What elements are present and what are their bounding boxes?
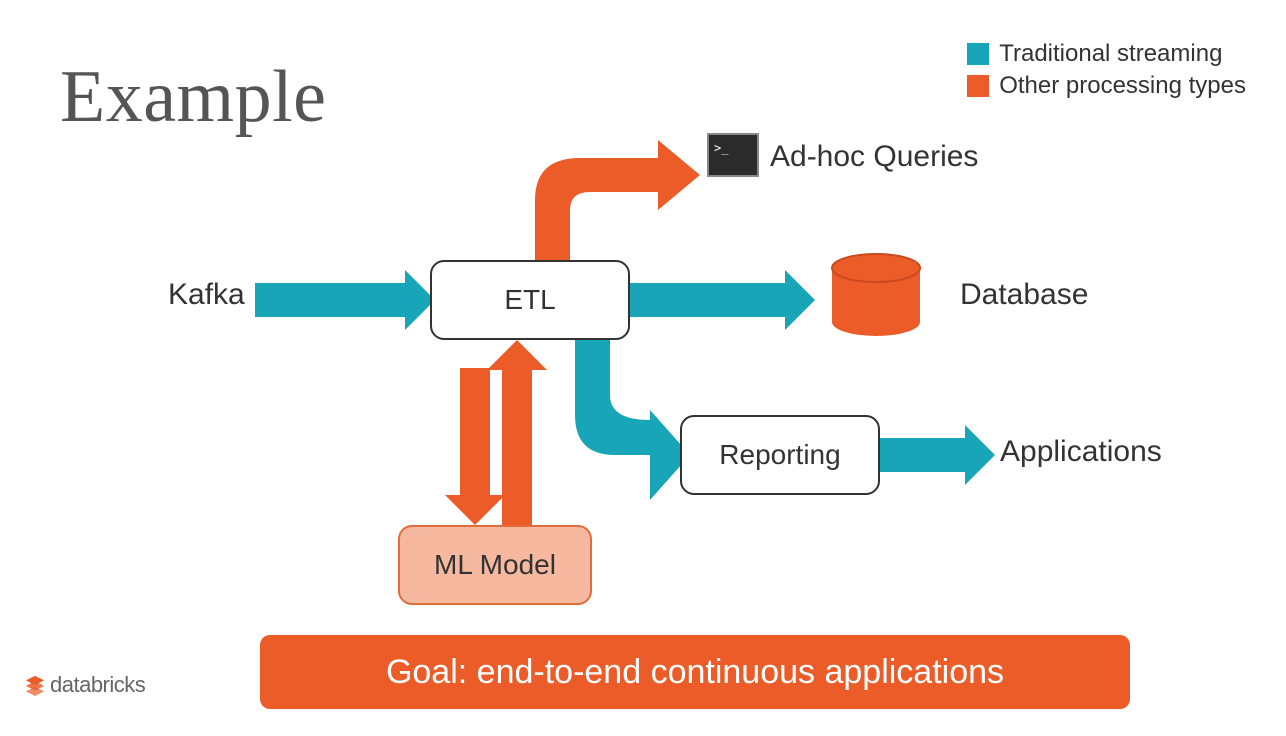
goal-text: Goal: end-to-end continuous applications [386,653,1004,692]
label-adhoc: Ad-hoc Queries [770,140,978,174]
brand-text: databricks [50,672,145,698]
legend-swatch-orange [967,75,989,97]
databricks-logo: databricks [24,672,145,698]
slide-title: Example [60,55,327,140]
label-database: Database [960,278,1088,312]
terminal-icon: >_ [708,134,758,176]
legend-label: Other processing types [999,72,1246,100]
svg-text:>_: >_ [714,141,729,155]
arrow-etl-to-reporting [575,340,690,500]
label-kafka: Kafka [168,278,245,312]
databricks-icon [24,674,46,696]
node-ml-model: ML Model [398,525,592,605]
arrow-etl-to-database [630,270,815,330]
legend-label: Traditional streaming [999,40,1222,68]
arrow-etl-to-adhoc [535,140,700,260]
node-etl: ETL [430,260,630,340]
legend: Traditional streaming Other processing t… [967,40,1246,104]
goal-banner: Goal: end-to-end continuous applications [260,635,1130,709]
arrow-ml-to-etl [487,340,547,525]
node-label: Reporting [719,439,840,471]
legend-item-other: Other processing types [967,72,1246,100]
node-label: ML Model [434,549,556,581]
database-icon [832,254,920,336]
legend-swatch-teal [967,43,989,65]
legend-item-traditional: Traditional streaming [967,40,1246,68]
arrow-kafka-to-etl [255,270,435,330]
label-applications: Applications [1000,435,1162,469]
node-label: ETL [504,284,555,316]
arrow-reporting-to-apps [880,425,995,485]
node-reporting: Reporting [680,415,880,495]
arrow-etl-to-ml [445,368,505,525]
